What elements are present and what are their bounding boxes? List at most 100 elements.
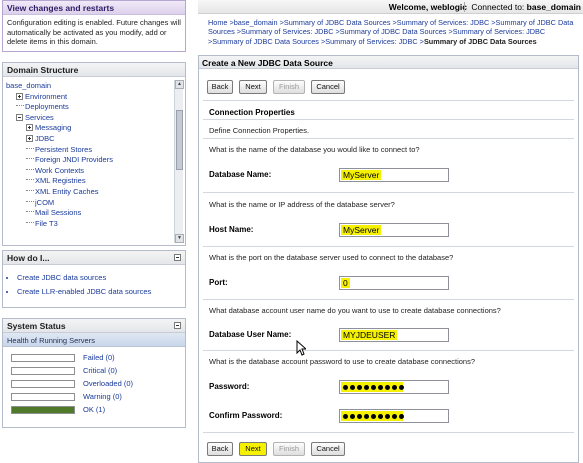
next-button-bottom[interactable]: Next xyxy=(239,442,267,456)
tree-connector xyxy=(26,211,34,213)
health-bar xyxy=(11,367,75,375)
tree-item[interactable]: Services xyxy=(6,113,173,124)
tree-item[interactable]: Deployments xyxy=(6,102,173,113)
finish-button-bottom[interactable]: Finish xyxy=(273,442,305,456)
collapse-icon[interactable] xyxy=(174,322,181,329)
password-dot xyxy=(357,385,362,390)
confirm-password-dots xyxy=(343,414,404,419)
cancel-button[interactable]: Cancel xyxy=(311,80,345,94)
section-title: Connection Properties xyxy=(209,108,295,117)
tree-item-label[interactable]: Environment xyxy=(25,92,67,101)
password-input[interactable] xyxy=(339,380,449,394)
health-row: Warning (0) xyxy=(11,392,181,402)
db-name-input[interactable]: MyServer xyxy=(339,168,449,182)
question-host: What is the name or IP address of the da… xyxy=(209,200,395,209)
password-dot xyxy=(378,385,383,390)
db-user-value: MYJDEUSER xyxy=(341,330,398,340)
health-label[interactable]: Warning (0) xyxy=(83,392,122,401)
tree-connector xyxy=(26,147,34,149)
tree-item[interactable]: Foreign JNDI Providers xyxy=(6,155,173,166)
health-bar xyxy=(11,393,75,401)
connected-to: Connected to: base_domain xyxy=(464,2,581,12)
collapse-icon[interactable] xyxy=(174,254,181,261)
password-dot xyxy=(392,385,397,390)
password-mask xyxy=(341,382,404,392)
confirm-password-input[interactable] xyxy=(339,409,449,423)
password-dot xyxy=(364,385,369,390)
health-bar xyxy=(11,406,75,414)
tree-connector xyxy=(26,200,34,202)
password-dot xyxy=(385,385,390,390)
section-description: Define Connection Properties. xyxy=(209,126,310,135)
port-input[interactable]: 0 xyxy=(339,276,449,290)
tree-item-label[interactable]: base_domain xyxy=(6,81,51,90)
tree-item[interactable]: XML Registries xyxy=(6,176,173,187)
domain-structure-title: Domain Structure xyxy=(3,63,185,77)
tree-item-label[interactable]: Deployments xyxy=(25,102,69,111)
change-center-title[interactable]: View changes and restarts xyxy=(3,1,185,15)
tree-item[interactable]: Environment xyxy=(6,92,173,103)
confirm-password-mask xyxy=(341,411,404,421)
password-dot xyxy=(385,414,390,419)
next-button[interactable]: Next xyxy=(239,80,267,94)
breadcrumb-current: Summary of JDBC Data Sources xyxy=(423,36,537,46)
tree-item[interactable]: Messaging xyxy=(6,123,173,134)
link-create-jdbc[interactable]: Create JDBC data sources xyxy=(17,271,185,285)
password-dot xyxy=(343,414,348,419)
tree-scrollbar[interactable]: ▲ ▼ xyxy=(174,80,184,243)
tree-item[interactable]: Work Contexts xyxy=(6,166,173,177)
finish-button[interactable]: Finish xyxy=(273,80,305,94)
port-value: 0 xyxy=(341,278,350,288)
tree-item-label[interactable]: Work Contexts xyxy=(35,166,84,175)
domain-structure-panel: Domain Structure base_domain Environment D… xyxy=(2,62,186,246)
tree-item[interactable]: base_domain xyxy=(6,81,173,92)
tree-item-label[interactable]: Foreign JNDI Providers xyxy=(35,155,113,164)
health-label[interactable]: Failed (0) xyxy=(83,353,115,362)
host-name-input[interactable]: MyServer xyxy=(339,223,449,237)
tree-item-label[interactable]: XML Entity Caches xyxy=(35,187,99,196)
back-button[interactable]: Back xyxy=(207,80,233,94)
password-dot xyxy=(350,385,355,390)
health-label[interactable]: Critical (0) xyxy=(83,366,117,375)
left-column: View changes and restarts Configuration … xyxy=(0,0,190,463)
tree-item-label[interactable]: jCOM xyxy=(35,198,54,207)
tree-item-label[interactable]: XML Registries xyxy=(35,176,86,185)
tree-item[interactable]: Persistent Stores xyxy=(6,145,173,156)
domain-tree: base_domain Environment Deployments Service… xyxy=(6,81,173,243)
db-user-label: Database User Name: xyxy=(209,330,292,339)
expand-icon[interactable] xyxy=(26,124,33,132)
collapse-icon[interactable] xyxy=(16,113,23,121)
scroll-down-arrow-icon[interactable]: ▼ xyxy=(175,234,184,243)
tree-item-label[interactable]: JDBC xyxy=(35,134,55,143)
scroll-up-arrow-icon[interactable]: ▲ xyxy=(175,80,184,89)
back-button-bottom[interactable]: Back xyxy=(207,442,233,456)
wizard-panel: Create a New JDBC Data Source Back Next … xyxy=(198,55,579,463)
tree-item[interactable]: JDBC xyxy=(6,134,173,145)
tree-item[interactable]: jCOM xyxy=(6,198,173,209)
system-status-panel: System Status Health of Running Servers … xyxy=(2,318,186,428)
tree-connector xyxy=(26,189,34,191)
cancel-button-bottom[interactable]: Cancel xyxy=(311,442,345,456)
tree-item-label[interactable]: Messaging xyxy=(35,123,71,132)
tree-item[interactable]: XML Entity Caches xyxy=(6,187,173,198)
tree-connector xyxy=(26,221,34,223)
connected-label: Connected to: xyxy=(471,2,525,12)
db-user-input[interactable]: MYJDEUSER xyxy=(339,328,449,342)
tree-item[interactable]: Mail Sessions xyxy=(6,208,173,219)
db-name-value: MyServer xyxy=(341,170,382,180)
health-row: OK (1) xyxy=(11,405,181,415)
health-label[interactable]: Overloaded (0) xyxy=(83,379,133,388)
link-create-llr-jdbc[interactable]: Create LLR-enabled JDBC data sources xyxy=(17,285,185,299)
health-label[interactable]: OK (1) xyxy=(83,405,105,414)
tree-item-label[interactable]: Persistent Stores xyxy=(35,145,92,154)
question-port: What is the port on the database server … xyxy=(209,253,454,262)
expand-icon[interactable] xyxy=(16,92,23,100)
tree-item-label[interactable]: Services xyxy=(25,113,54,122)
tree-item-label[interactable]: Mail Sessions xyxy=(35,208,81,217)
change-center-text: Configuration editing is enabled. Future… xyxy=(7,18,181,46)
tree-item-label[interactable]: File T3 xyxy=(35,219,58,228)
tree-item[interactable]: File T3 xyxy=(6,219,173,230)
expand-icon[interactable] xyxy=(26,134,33,142)
password-dots xyxy=(343,385,404,390)
scroll-thumb[interactable] xyxy=(176,110,183,170)
